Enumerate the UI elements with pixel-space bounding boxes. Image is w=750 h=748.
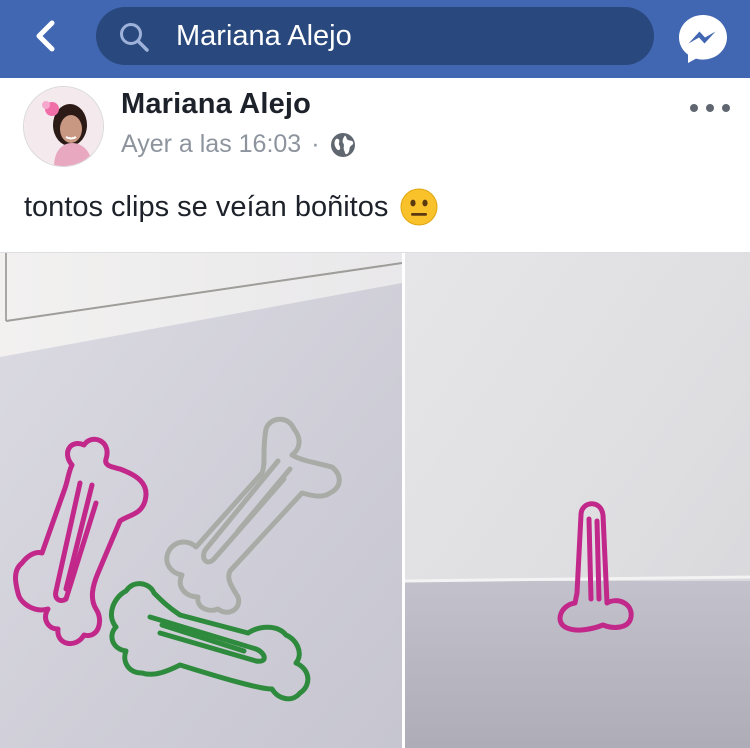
messenger-icon xyxy=(679,15,727,63)
search-icon xyxy=(120,23,149,52)
post-photos xyxy=(0,252,750,748)
globe-icon xyxy=(330,132,355,157)
post-meta: Ayer a las 16:03 · xyxy=(121,130,356,159)
photo-right[interactable] xyxy=(405,253,750,748)
search-input[interactable] xyxy=(176,7,636,65)
avatar[interactable] xyxy=(23,86,104,167)
neutral-face-emoji xyxy=(400,188,438,226)
top-bar xyxy=(0,0,750,78)
messenger-button[interactable] xyxy=(676,11,730,65)
more-options-dot xyxy=(722,104,730,112)
chevron-left-icon xyxy=(36,20,55,52)
timestamp[interactable]: Ayer a las 16:03 xyxy=(121,130,301,159)
avatar-photo xyxy=(24,87,103,166)
back-button[interactable] xyxy=(22,12,72,62)
photo-bone-clips xyxy=(0,253,402,748)
photo-single-clip xyxy=(405,253,750,748)
author-name[interactable]: Mariana Alejo xyxy=(121,88,311,121)
search-bar[interactable] xyxy=(96,7,654,65)
more-options-button[interactable] xyxy=(690,96,730,120)
post-text-content: tontos clips se veían boñitos xyxy=(24,190,389,223)
post-text: tontos clips se veían boñitos xyxy=(24,188,438,226)
more-options-dot xyxy=(706,104,714,112)
meta-separator: · xyxy=(311,130,320,158)
more-options-dot xyxy=(690,104,698,112)
photo-left[interactable] xyxy=(0,253,402,748)
